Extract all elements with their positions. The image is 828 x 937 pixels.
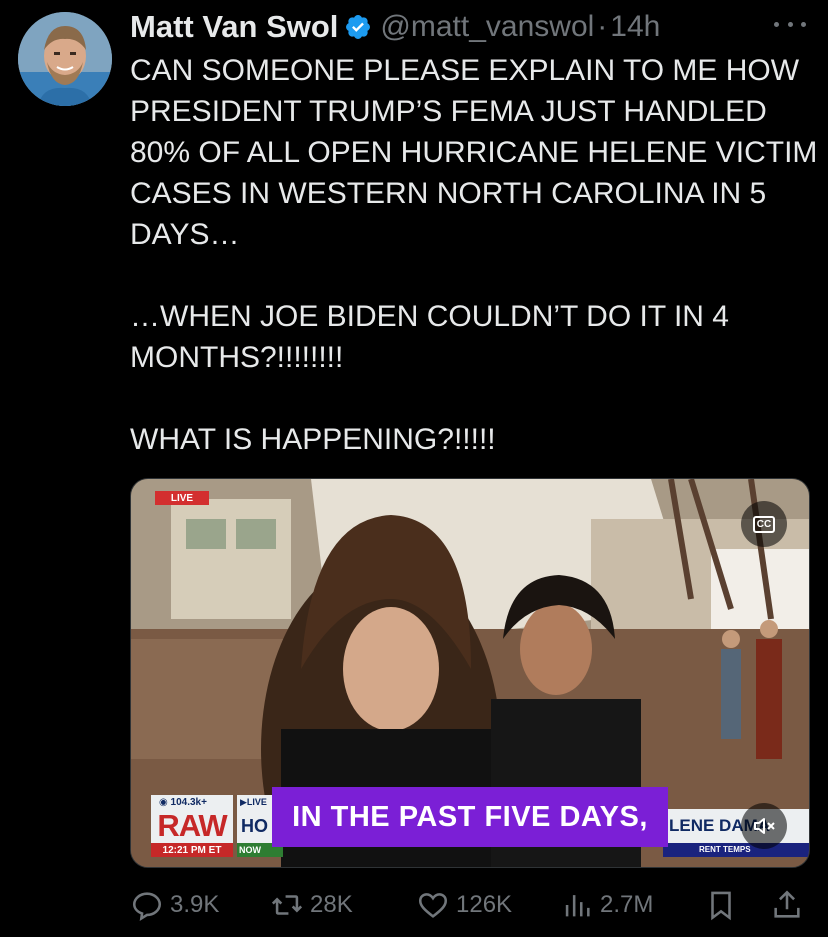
muted-speaker-icon bbox=[754, 818, 775, 834]
like-count: 126K bbox=[456, 891, 513, 918]
bookmark-icon bbox=[711, 891, 731, 921]
avatar-image bbox=[18, 12, 112, 106]
broadcast-clock: 12:21 PM ET bbox=[151, 843, 233, 857]
repost-button[interactable]: 28K bbox=[270, 888, 353, 922]
live-tag: LIVE bbox=[155, 491, 209, 505]
more-options-icon[interactable] bbox=[774, 14, 806, 34]
reply-icon bbox=[132, 892, 162, 921]
avatar[interactable] bbox=[18, 12, 112, 106]
views-badge: ◉ 104.3k+ bbox=[151, 795, 233, 809]
network-logo: RAW bbox=[151, 809, 233, 843]
video-player[interactable]: LIVE CC ◉ 104.3k+ ▶ LIVE RAW 12:21 PM ET… bbox=[130, 478, 810, 868]
tweet[interactable]: Matt Van Swol @matt_vanswol · 14h CAN SO… bbox=[0, 0, 828, 937]
ticker-subline: RENT TEMPS bbox=[663, 843, 809, 857]
heart-icon bbox=[418, 893, 448, 918]
reply-count: 3.9K bbox=[170, 891, 220, 918]
live-badge: ▶ LIVE bbox=[237, 795, 273, 809]
like-button[interactable]: 126K bbox=[416, 888, 512, 922]
action-bar: 3.9K 28K 126K 2.7M bbox=[130, 884, 810, 926]
tweet-text: CAN SOMEONE PLEASE EXPLAIN TO ME HOW PRE… bbox=[130, 54, 818, 456]
views-button[interactable]: 2.7M bbox=[560, 888, 653, 922]
tweet-header: Matt Van Swol @matt_vanswol · 14h bbox=[130, 6, 660, 48]
verified-badge-icon[interactable] bbox=[344, 13, 372, 41]
view-count: 2.7M bbox=[600, 891, 654, 918]
author-handle[interactable]: @matt_vanswol bbox=[380, 10, 594, 44]
cc-icon: CC bbox=[752, 515, 776, 533]
mute-button[interactable] bbox=[741, 803, 787, 849]
ticker-headline: LENE DAMA bbox=[663, 809, 809, 843]
timestamp[interactable]: 14h bbox=[610, 10, 660, 44]
captions-button[interactable]: CC bbox=[741, 501, 787, 547]
separator-dot: · bbox=[597, 10, 608, 43]
author-name[interactable]: Matt Van Swol bbox=[130, 9, 338, 45]
video-caption: IN THE PAST FIVE DAYS, bbox=[272, 787, 668, 847]
reply-button[interactable]: 3.9K bbox=[130, 888, 219, 922]
analytics-icon bbox=[565, 895, 590, 917]
share-button[interactable] bbox=[770, 888, 804, 922]
bookmark-button[interactable] bbox=[704, 888, 738, 922]
eye-icon: ◉ bbox=[159, 796, 171, 808]
play-icon: ▶ bbox=[240, 796, 247, 807]
repost-count: 28K bbox=[310, 891, 353, 918]
repost-icon bbox=[271, 895, 303, 915]
share-icon bbox=[774, 890, 800, 918]
